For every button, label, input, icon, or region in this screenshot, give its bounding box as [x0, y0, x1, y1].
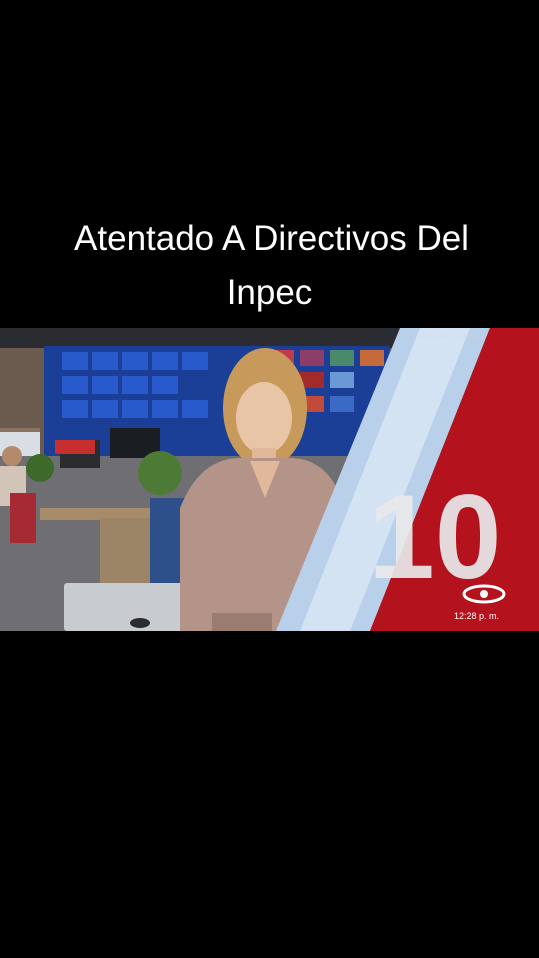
- channel-number: 10: [368, 470, 501, 604]
- caption-line-1: Atentado A Directivos Del: [74, 219, 469, 258]
- news-video-frame[interactable]: 10 NOTICIAS CARA 12:28 p. m.: [0, 328, 539, 631]
- broadcast-clock: 12:28 p. m.: [453, 611, 499, 621]
- caption-line-2: Inpec: [226, 273, 313, 312]
- watermark: NOTICIAS CARA: [418, 334, 478, 340]
- newsroom-scene: 10: [0, 328, 539, 631]
- video-caption: Atentado A Directivos Del Inpec: [0, 212, 539, 320]
